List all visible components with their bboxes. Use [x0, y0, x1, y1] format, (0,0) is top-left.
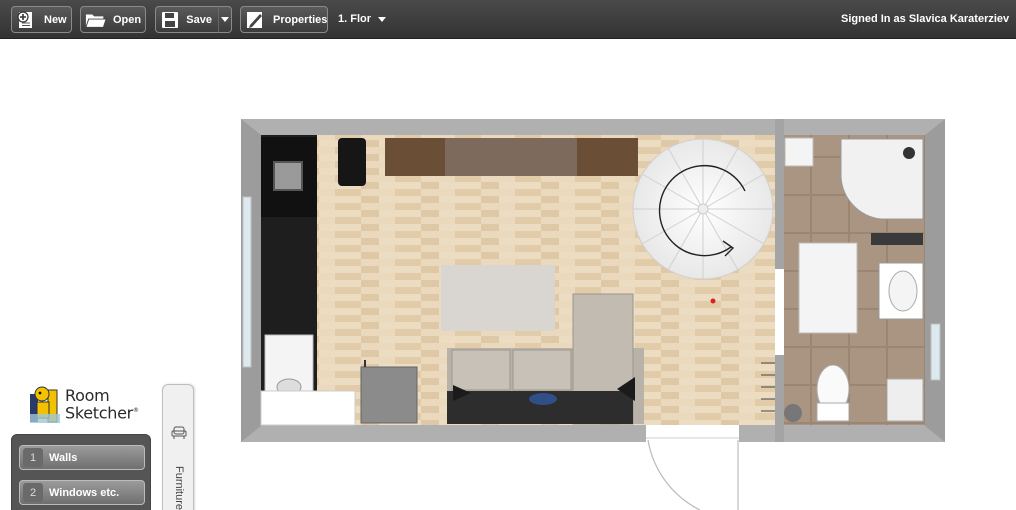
floor-plan-canvas[interactable] — [241, 119, 945, 442]
signed-in-status: Signed In as Slavica Karaterziev — [841, 13, 1010, 25]
panel-item-walls[interactable]: 1 Walls — [19, 445, 145, 470]
panel-item-number: 1 — [23, 448, 43, 467]
armchair-black — [338, 138, 366, 186]
left-tool-panel: 1 Walls 2 Windows etc. — [11, 434, 151, 510]
cabinet — [886, 378, 924, 422]
logo-line-1: Room — [65, 386, 110, 405]
roomsketcher-logo: Room Sketcher® — [28, 384, 139, 428]
floppy-disk-icon — [160, 10, 180, 30]
washing-machine — [784, 137, 814, 167]
panel-item-label: Walls — [49, 451, 78, 464]
bath-mat — [798, 242, 858, 334]
save-button-label: Save — [186, 13, 212, 26]
save-dropdown-button[interactable] — [218, 6, 232, 33]
chevron-down-icon — [378, 16, 387, 22]
panel-item-number: 2 — [23, 483, 43, 502]
logo-mascot-icon — [30, 386, 60, 423]
window-left — [242, 196, 252, 368]
window-right — [930, 323, 941, 381]
properties-button[interactable]: Properties — [240, 6, 328, 33]
open-button[interactable]: Open — [80, 6, 146, 33]
open-button-label: Open — [113, 13, 142, 26]
panel-item-label: Windows etc. — [49, 486, 120, 499]
edit-properties-icon — [245, 10, 267, 30]
door-swing — [647, 440, 739, 510]
rug — [441, 265, 555, 331]
new-document-icon — [16, 10, 38, 30]
top-toolbar: New Open Save Properties 1. Flor Signed … — [0, 0, 1016, 39]
furniture-tab-label: Furniture — [173, 466, 185, 510]
floor-selector-label: 1. Flor — [338, 13, 372, 25]
position-marker — [710, 298, 716, 304]
armchair-icon — [171, 425, 187, 446]
panel-item-windows[interactable]: 2 Windows etc. — [19, 480, 145, 505]
chevron-down-icon — [221, 17, 229, 22]
floor-selector[interactable]: 1. Flor — [338, 13, 387, 25]
folder-open-icon — [85, 10, 107, 30]
properties-button-label: Properties — [273, 13, 328, 26]
logo-line-2: Sketcher — [65, 403, 133, 423]
save-button[interactable]: Save — [155, 6, 219, 33]
logo-wordmark: Room Sketcher® — [65, 386, 139, 423]
logo-registered: ® — [132, 407, 139, 414]
new-button[interactable]: New — [11, 6, 72, 33]
dishwasher — [260, 390, 356, 426]
room-sketcher-app: New Open Save Properties 1. Flor Signed … — [0, 0, 1016, 510]
furniture-tab[interactable]: Furniture — [162, 384, 194, 510]
spiral-staircase — [632, 138, 774, 280]
side-table — [360, 366, 418, 424]
new-button-label: New — [44, 13, 67, 26]
towel-rail — [871, 233, 923, 245]
